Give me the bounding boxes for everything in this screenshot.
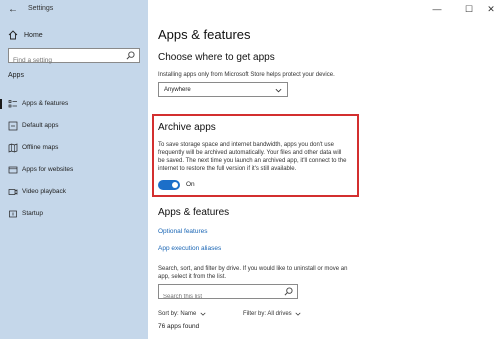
app-list-search-box[interactable] <box>158 284 298 304</box>
optional-features-link[interactable]: Optional features <box>158 228 208 235</box>
indicator <box>0 209 2 219</box>
chevron-down-icon <box>275 88 282 93</box>
filter-label: Filter by: All drives <box>243 311 292 317</box>
apps-features-heading: Apps & features <box>158 207 230 218</box>
sidebar-item-default-apps[interactable]: Default apps <box>0 118 148 134</box>
sidebar-item-video-playback[interactable]: Video playback <box>0 184 148 200</box>
sidebar-item-label: Apps & features <box>22 100 69 107</box>
sidebar-item-startup[interactable]: Startup <box>0 206 148 222</box>
website-apps-icon <box>8 166 18 174</box>
search-description-line: Search, sort, and filter by drive. If yo… <box>158 266 348 272</box>
sidebar-item-apps-websites[interactable]: Apps for websites <box>0 162 148 178</box>
app-source-dropdown[interactable]: Anywhere <box>158 82 288 97</box>
sidebar-item-apps-features[interactable]: Apps & features <box>0 96 148 112</box>
sidebar-section-label: Apps <box>8 72 24 79</box>
page-title: Apps & features <box>158 27 251 42</box>
sidebar-item-label: Offline maps <box>22 144 59 151</box>
back-arrow-icon[interactable]: ← <box>8 4 20 16</box>
indicator <box>0 121 2 131</box>
video-icon <box>8 189 18 195</box>
sidebar-item-label: Apps for websites <box>22 166 74 173</box>
active-indicator <box>0 99 2 109</box>
sidebar-item-label: Default apps <box>22 122 59 129</box>
chevron-down-icon <box>295 312 301 316</box>
map-icon <box>8 143 18 153</box>
home-nav[interactable]: Home <box>8 29 43 41</box>
choose-apps-description: Installing apps only from Microsoft Stor… <box>158 72 335 78</box>
search-description-line: app, select it from the list. <box>158 274 227 280</box>
settings-search-input[interactable] <box>9 54 121 67</box>
indicator <box>0 187 2 197</box>
archive-apps-highlight-box <box>152 114 359 197</box>
default-apps-icon <box>8 121 18 131</box>
app-list-search-input[interactable] <box>159 290 279 304</box>
home-icon <box>8 30 18 40</box>
sidebar-item-label: Video playback <box>22 188 66 195</box>
startup-icon <box>9 210 17 218</box>
indicator <box>0 165 2 175</box>
search-icon[interactable] <box>126 51 135 60</box>
filter-dropdown[interactable]: Filter by: All drives <box>243 308 301 320</box>
sort-label: Sort by: Name <box>158 311 197 317</box>
sort-dropdown[interactable]: Sort by: Name <box>158 308 206 320</box>
chevron-down-icon <box>200 312 206 316</box>
dropdown-value: Anywhere <box>164 87 191 93</box>
choose-apps-heading: Choose where to get apps <box>158 52 275 63</box>
app-execution-aliases-link[interactable]: App execution aliases <box>158 245 221 252</box>
search-icon[interactable] <box>284 287 293 296</box>
apps-found-count: 76 apps found <box>158 323 200 330</box>
indicator <box>0 143 2 153</box>
sidebar-item-label: Startup <box>22 210 43 217</box>
settings-search-box[interactable] <box>8 48 140 67</box>
apps-list-icon <box>8 100 17 108</box>
window-title: Settings <box>28 5 54 12</box>
sidebar-item-offline-maps[interactable]: Offline maps <box>0 140 148 156</box>
home-label: Home <box>24 31 43 39</box>
